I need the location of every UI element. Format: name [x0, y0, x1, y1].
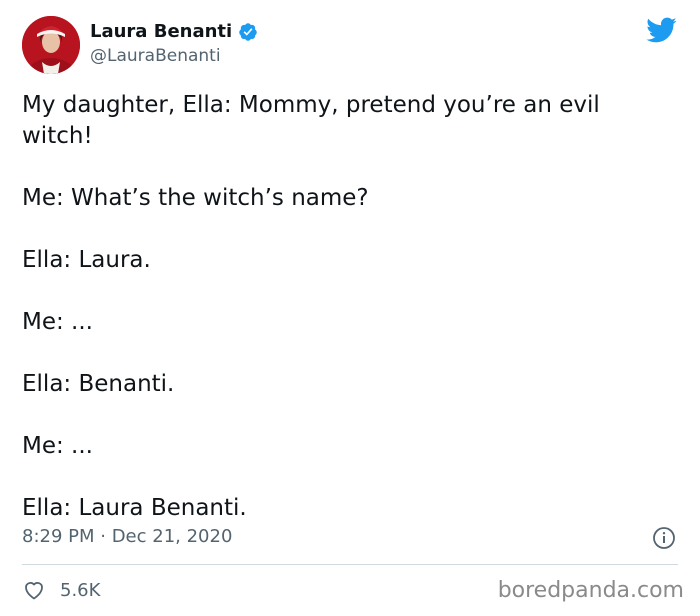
tweet-line: Me: ... — [22, 433, 93, 459]
tweet-line: My daughter, Ella: Mommy, pretend you’re… — [22, 92, 600, 149]
author-name-row[interactable]: Laura Benanti — [90, 21, 258, 43]
avatar[interactable] — [22, 16, 80, 74]
tweet-line: Ella: Laura Benanti. — [22, 495, 247, 521]
tweet-line: Ella: Laura. — [22, 247, 151, 273]
verified-badge-icon — [239, 23, 257, 41]
tweet-line: Ella: Benanti. — [22, 371, 175, 397]
avatar-image — [22, 16, 80, 74]
like-button[interactable]: 5.6K — [22, 576, 100, 604]
watermark: boredpanda.com — [497, 578, 684, 603]
tweet-line: Me: What’s the witch’s name? — [22, 185, 369, 211]
author-handle[interactable]: @LauraBenanti — [90, 46, 221, 66]
tweet-text: My daughter, Ella: Mommy, pretend you’re… — [22, 90, 672, 524]
like-count: 5.6K — [60, 579, 101, 601]
info-icon[interactable] — [652, 526, 676, 550]
tweet-card: Laura Benanti @LauraBenanti My daughter,… — [0, 0, 700, 616]
tweet-timestamp[interactable]: 8:29 PM · Dec 21, 2020 — [22, 526, 232, 548]
tweet-line: Me: ... — [22, 309, 93, 335]
twitter-bird-icon[interactable] — [645, 16, 677, 44]
heart-icon — [25, 582, 43, 600]
author-display-name[interactable]: Laura Benanti — [90, 21, 232, 43]
divider — [22, 564, 678, 565]
